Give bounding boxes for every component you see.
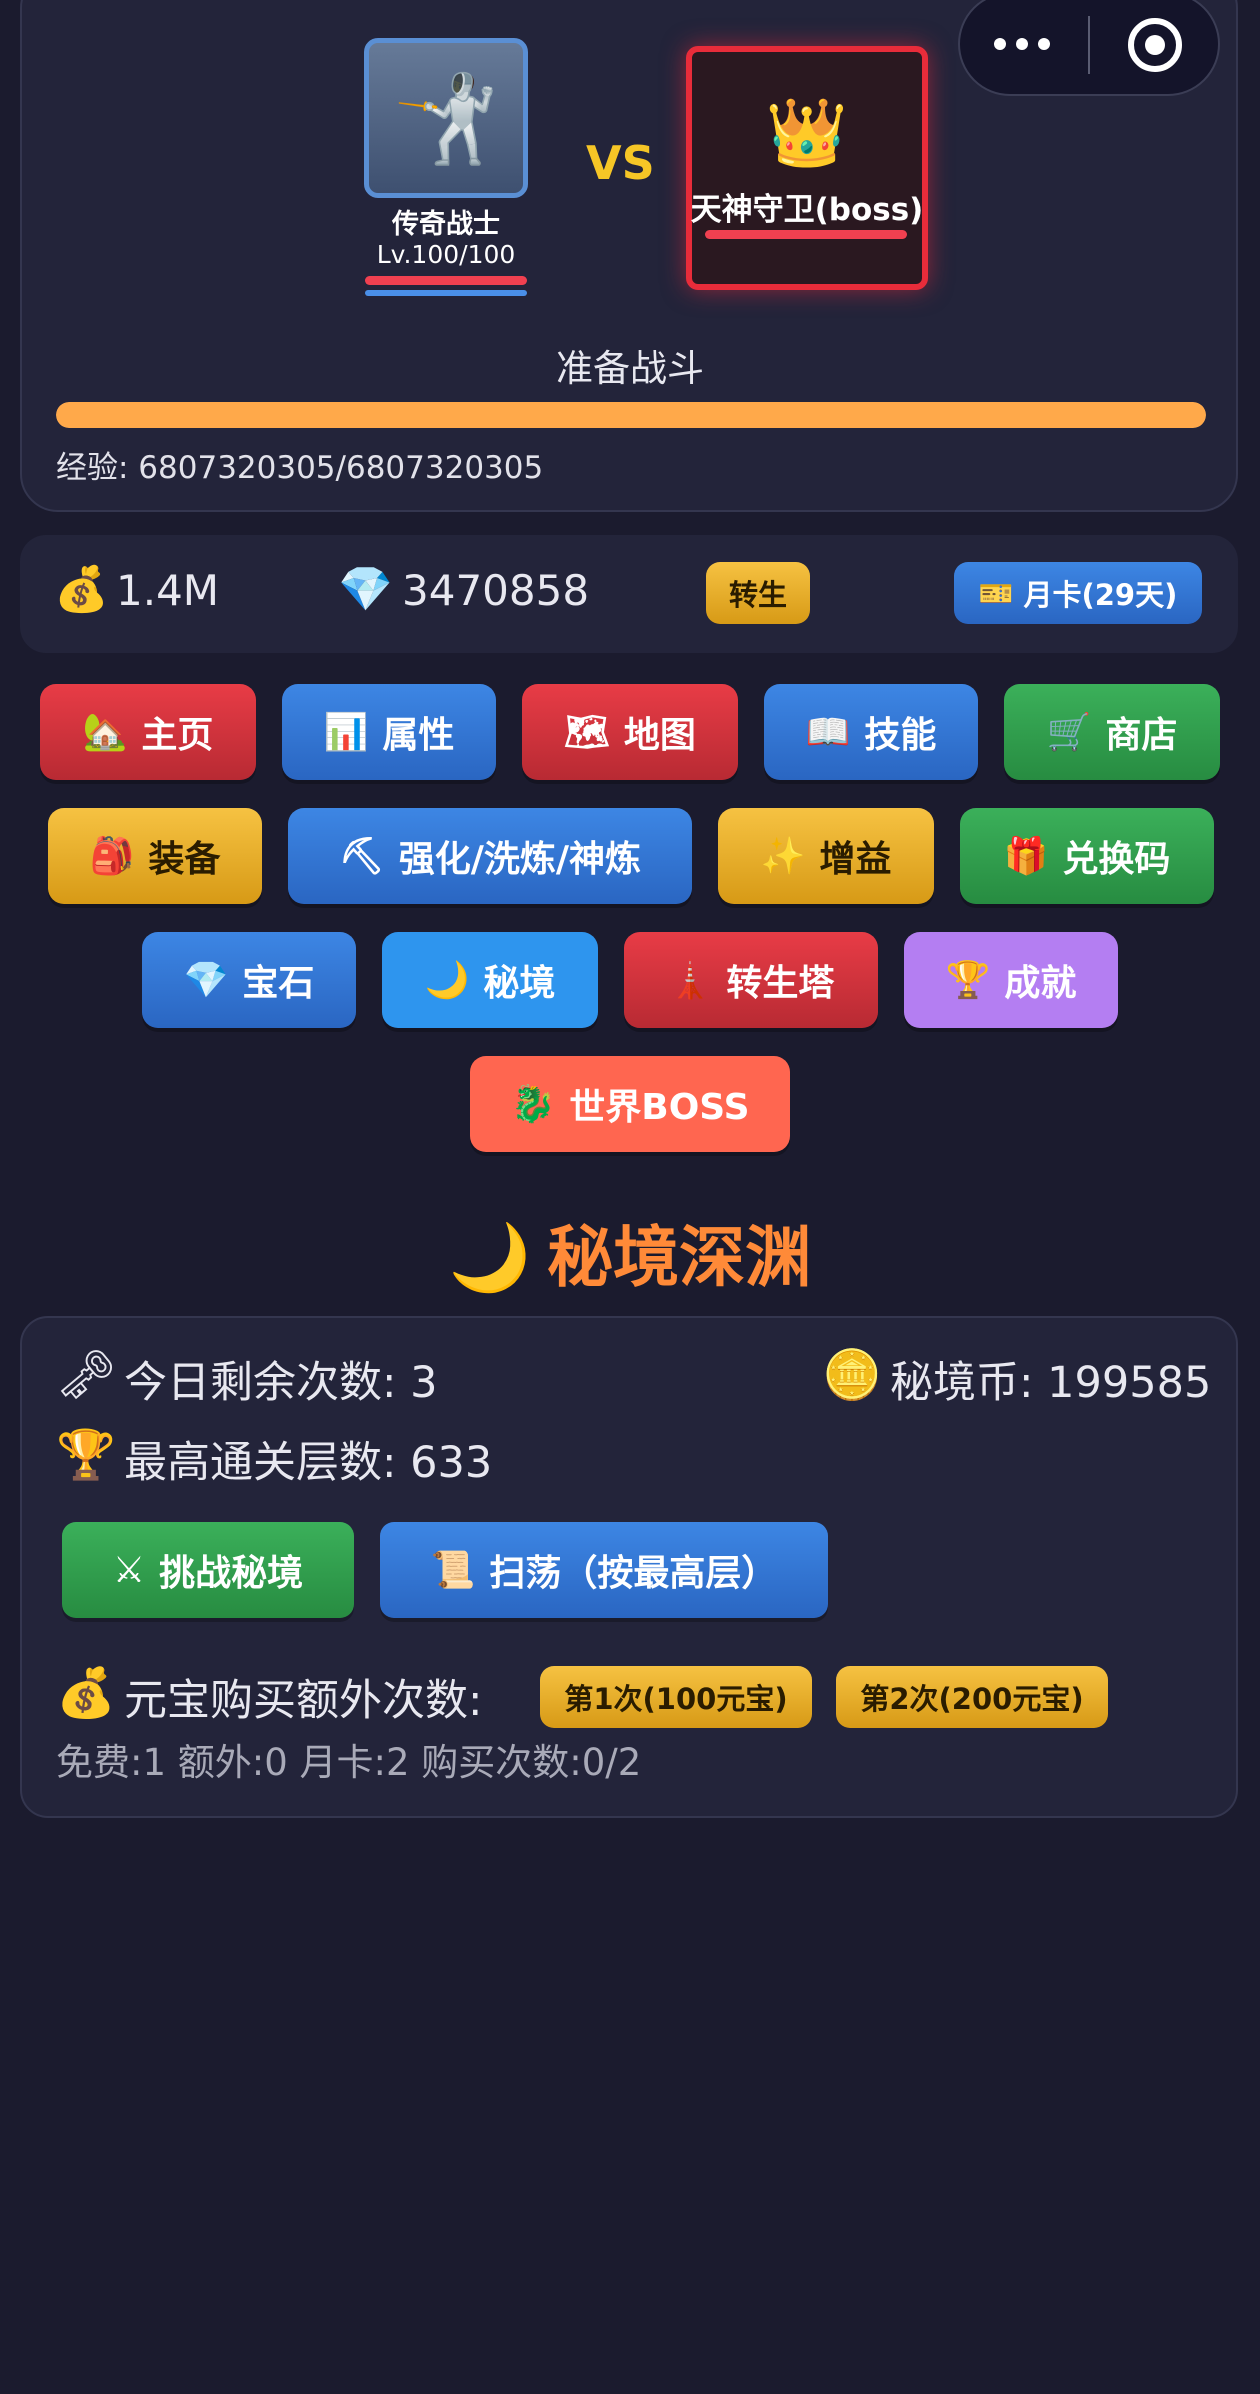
trophy-icon: 🏆 [945,960,991,1001]
sweep-label: 扫荡（按最高层） [489,1553,778,1594]
player-mp-bar [365,290,527,296]
nav-attributes-button[interactable]: 📊 属性 [282,684,496,780]
scroll-icon: 📜 [430,1550,476,1591]
vs-label: VS [586,136,655,190]
buy-option-label: 第2次(200元宝) [860,1682,1084,1716]
nav-label: 秘境 [483,963,556,1004]
highest-floor: 最高通关层数: 633 [124,1438,493,1488]
nav-label: 装备 [148,839,221,880]
crescent-moon-icon: 🌙 [448,1219,532,1296]
realm-coins: 秘境币: 199585 [890,1358,1212,1408]
nav-label: 宝石 [242,963,315,1004]
quota-summary: 免费:1 额外:0 月卡:2 购买次数:0/2 [56,1741,642,1784]
capsule-divider [1088,16,1090,74]
buy-first-attempt-button[interactable]: 第1次(100元宝) [540,1666,812,1728]
challenge-realm-label: 挑战秘境 [159,1553,304,1594]
rebirth-button[interactable]: 转生 [706,562,810,624]
more-menu-icon[interactable] [994,34,1054,54]
buy-extra-label: 元宝购买额外次数: [124,1676,483,1726]
battle-status: 准备战斗 [556,347,704,390]
nav-label: 转生塔 [726,963,835,1004]
section-title: 🌙 秘境深渊 [0,1204,1260,1300]
nav-home-button[interactable]: 🏡 主页 [40,684,256,780]
sparkles-icon: ✨ [760,836,806,877]
boss-hp-bar [705,230,907,239]
house-icon: 🏡 [82,712,128,753]
exp-text: 经验: 6807320305/6807320305 [56,450,544,486]
book-icon: 📖 [805,712,851,753]
nav-redeem-code-button[interactable]: 🎁 兑换码 [960,808,1214,904]
player-level: Lv.100/100 [376,240,516,269]
nav-map-button[interactable]: 🗺 地图 [522,684,738,780]
nav-label: 强化/洗炼/神炼 [398,839,641,880]
bar-chart-icon: 📊 [323,712,369,753]
challenge-realm-button[interactable]: ⚔ 挑战秘境 [62,1522,354,1618]
close-target-icon[interactable] [1128,18,1182,72]
buy-second-attempt-button[interactable]: 第2次(200元宝) [836,1666,1108,1728]
key-icon: 🗝 [56,1347,117,1403]
nav-label: 成就 [1004,963,1077,1004]
crown-icon: 👑 [765,94,849,171]
monthly-card-button[interactable]: 🎫 月卡(29天) [954,562,1202,624]
crossed-swords-icon: ⚔ [112,1549,146,1591]
money-bag-icon: 💰 [54,564,109,615]
diamond-icon: 💎 [338,564,393,615]
nav-secret-realm-button[interactable]: 🌙 秘境 [382,932,598,1028]
nav-label: 兑换码 [1062,839,1171,880]
player-hp-bar [365,276,527,285]
nav-gems-button[interactable]: 💎 宝石 [142,932,356,1028]
map-icon: 🗺 [564,712,610,753]
nav-label: 商店 [1105,715,1178,756]
nav-label: 世界BOSS [569,1087,750,1128]
backpack-icon: 🎒 [89,836,135,877]
nav-equipment-button[interactable]: 🎒 装备 [48,808,262,904]
nav-label: 主页 [141,715,214,756]
gold-amount: 1.4M [116,566,220,615]
sweep-button[interactable]: 📜 扫荡（按最高层） [380,1522,828,1618]
rebirth-label: 转生 [728,578,787,612]
exp-progress-fill [56,402,1206,428]
nav-skills-button[interactable]: 📖 技能 [764,684,978,780]
remaining-attempts: 今日剩余次数: 3 [124,1358,438,1408]
coin-icon: 🪙 [822,1347,882,1403]
monthly-card-label: 月卡(29天) [1023,578,1178,612]
section-title-text: 秘境深渊 [547,1219,812,1296]
ticket-icon: 🎫 [978,576,1014,610]
nav-label: 地图 [623,715,696,756]
moon-icon: 🌙 [424,960,470,1001]
nav-world-boss-button[interactable]: 🐉 世界BOSS [470,1056,790,1152]
hammer-icon: ⛏ [338,836,385,877]
exp-progress-bar [56,402,1206,428]
nav-achievements-button[interactable]: 🏆 成就 [904,932,1118,1028]
nav-label: 属性 [382,715,455,756]
player-avatar[interactable]: 🤺 [364,38,528,198]
trophy-icon: 🏆 [56,1427,116,1483]
cart-icon: 🛒 [1046,712,1092,753]
gift-icon: 🎁 [1003,836,1049,877]
nav-rebirth-tower-button[interactable]: 🗼 转生塔 [624,932,878,1028]
nav-enhance-button[interactable]: ⛏ 强化/洗炼/神炼 [288,808,692,904]
money-bag-icon: 💰 [56,1665,116,1721]
boss-name: 天神守卫(boss) [690,192,924,228]
diamond-amount: 3470858 [402,566,590,615]
nav-label: 增益 [819,839,892,880]
nav-shop-button[interactable]: 🛒 商店 [1004,684,1220,780]
dragon-icon: 🐉 [510,1084,556,1125]
nav-buff-button[interactable]: ✨ 增益 [718,808,934,904]
player-name: 传奇战士 [392,209,500,240]
tower-icon: 🗼 [667,960,713,1001]
buy-option-label: 第1次(100元宝) [564,1682,788,1716]
nav-label: 技能 [864,715,937,756]
fencer-icon: 🤺 [392,68,500,169]
gem-icon: 💎 [183,960,229,1001]
